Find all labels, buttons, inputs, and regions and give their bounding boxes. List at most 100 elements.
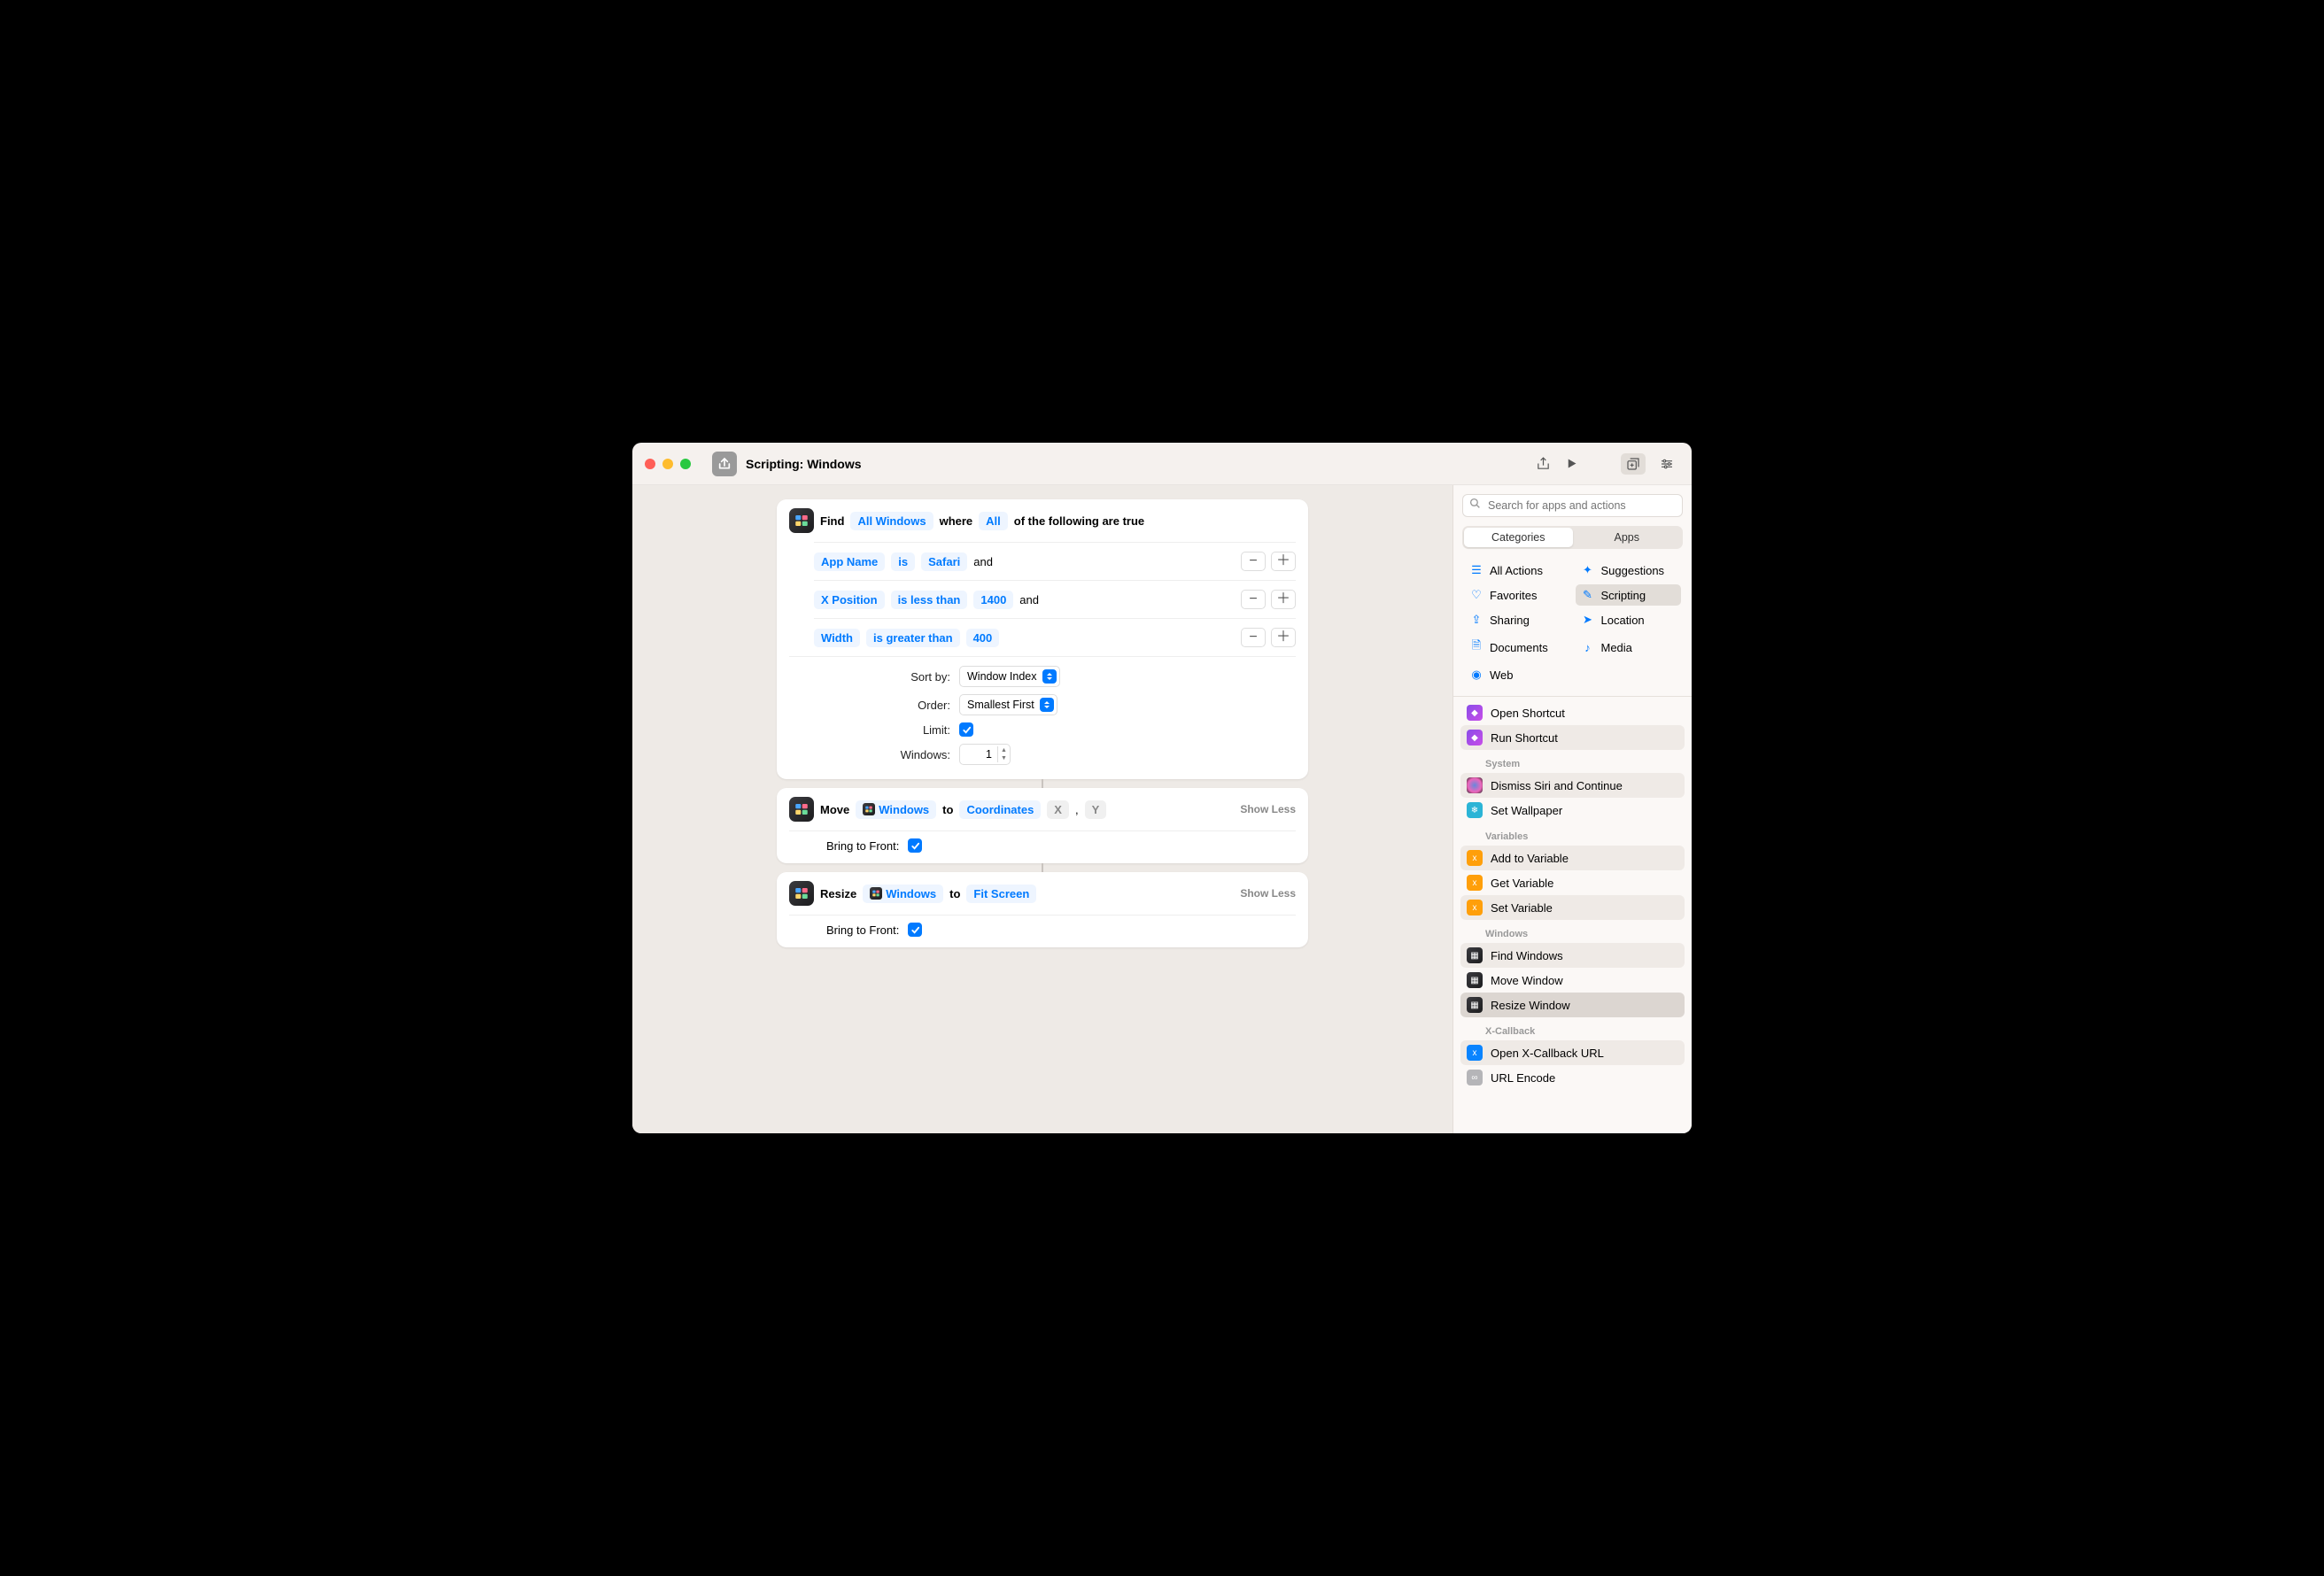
to-label: to bbox=[949, 887, 960, 900]
order-label: Order: bbox=[826, 699, 959, 712]
category-scripting[interactable]: ✎Scripting bbox=[1576, 584, 1682, 606]
section-header: Variables bbox=[1460, 823, 1685, 846]
category-web[interactable]: ◉Web bbox=[1464, 664, 1570, 685]
list-item[interactable]: ▦Resize Window bbox=[1460, 993, 1685, 1017]
shortcuts-icon: ◆ bbox=[1467, 730, 1483, 746]
library-segmented-control: Categories Apps bbox=[1462, 526, 1683, 549]
category-suggestions[interactable]: ✦Suggestions bbox=[1576, 560, 1682, 581]
filter-value-token[interactable]: Safari bbox=[921, 552, 967, 571]
list-item[interactable]: Dismiss Siri and Continue bbox=[1460, 773, 1685, 798]
search-input[interactable] bbox=[1462, 494, 1683, 517]
add-filter-button[interactable]: ＋ bbox=[1271, 590, 1296, 609]
move-window-action[interactable]: Move Windows to Coordinates X , Y Show L… bbox=[777, 788, 1308, 863]
list-item[interactable]: ▦Find Windows bbox=[1460, 943, 1685, 968]
coordinates-token[interactable]: Coordinates bbox=[959, 800, 1041, 819]
shortcut-icon bbox=[712, 452, 737, 476]
settings-button[interactable] bbox=[1654, 453, 1679, 475]
list-item[interactable]: ◆Run Shortcut bbox=[1460, 725, 1685, 750]
mission-control-icon bbox=[789, 881, 814, 906]
remove-filter-button[interactable]: − bbox=[1241, 552, 1266, 571]
y-token[interactable]: Y bbox=[1085, 800, 1107, 819]
list-item[interactable]: ∞URL Encode bbox=[1460, 1065, 1685, 1090]
windows-count-stepper[interactable]: ▲▼ bbox=[959, 744, 1011, 765]
resize-target-token[interactable]: Windows bbox=[863, 885, 943, 903]
section-header: System bbox=[1460, 750, 1685, 773]
resize-mode-token[interactable]: Fit Screen bbox=[966, 885, 1036, 903]
list-item[interactable]: xSet Variable bbox=[1460, 895, 1685, 920]
move-verb: Move bbox=[820, 803, 849, 816]
filter-field-token[interactable]: X Position bbox=[814, 591, 885, 609]
remove-filter-button[interactable]: − bbox=[1241, 590, 1266, 609]
window-title: Scripting: Windows bbox=[746, 457, 862, 471]
windows-count-input[interactable] bbox=[960, 748, 997, 761]
list-item[interactable]: xGet Variable bbox=[1460, 870, 1685, 895]
sort-by-select[interactable]: Window Index bbox=[959, 666, 1060, 687]
resize-window-action[interactable]: Resize Windows to Fit Screen Show Less B… bbox=[777, 872, 1308, 947]
share-icon: ⇪ bbox=[1469, 613, 1483, 627]
library-toggle-button[interactable] bbox=[1621, 453, 1646, 475]
variable-icon: x bbox=[1467, 850, 1483, 866]
document-icon: 🗎 bbox=[1469, 637, 1483, 657]
step-up[interactable]: ▲ bbox=[998, 746, 1010, 754]
category-documents[interactable]: 🗎Documents bbox=[1464, 634, 1570, 661]
category-sharing[interactable]: ⇪Sharing bbox=[1464, 609, 1570, 630]
workflow-canvas[interactable]: Find All Windows where All of the follow… bbox=[632, 485, 1452, 1133]
close-window-button[interactable] bbox=[645, 459, 655, 469]
wallpaper-icon: ❄ bbox=[1467, 802, 1483, 818]
move-target-token[interactable]: Windows bbox=[856, 800, 936, 819]
list-item[interactable]: ▦Move Window bbox=[1460, 968, 1685, 993]
show-less-button[interactable]: Show Less bbox=[1240, 887, 1296, 900]
x-token[interactable]: X bbox=[1047, 800, 1069, 819]
list-icon: ☰ bbox=[1469, 563, 1483, 577]
location-icon: ➤ bbox=[1581, 613, 1595, 627]
find-scope-token[interactable]: All Windows bbox=[850, 512, 933, 530]
filter-field-token[interactable]: App Name bbox=[814, 552, 885, 571]
filter-op-token[interactable]: is bbox=[891, 552, 915, 571]
match-mode-token[interactable]: All bbox=[979, 512, 1008, 530]
share-button[interactable] bbox=[1529, 450, 1557, 478]
step-down[interactable]: ▼ bbox=[998, 754, 1010, 762]
globe-icon: ◉ bbox=[1469, 668, 1483, 682]
list-item[interactable]: ◆Open Shortcut bbox=[1460, 700, 1685, 725]
filter-field-token[interactable]: Width bbox=[814, 629, 860, 647]
run-button[interactable] bbox=[1557, 450, 1585, 478]
category-favorites[interactable]: ♡Favorites bbox=[1464, 584, 1570, 606]
bring-front-checkbox[interactable] bbox=[908, 923, 922, 937]
show-less-button[interactable]: Show Less bbox=[1240, 803, 1296, 815]
find-verb: Find bbox=[820, 514, 844, 528]
heart-icon: ♡ bbox=[1469, 588, 1483, 602]
bring-front-checkbox[interactable] bbox=[908, 838, 922, 853]
category-all-actions[interactable]: ☰All Actions bbox=[1464, 560, 1570, 581]
list-item[interactable]: xOpen X-Callback URL bbox=[1460, 1040, 1685, 1065]
category-media[interactable]: ♪Media bbox=[1576, 634, 1682, 661]
zoom-window-button[interactable] bbox=[680, 459, 691, 469]
filter-op-token[interactable]: is less than bbox=[891, 591, 968, 609]
siri-icon bbox=[1467, 777, 1483, 793]
music-icon: ♪ bbox=[1581, 641, 1595, 654]
filter-value-token[interactable]: 400 bbox=[966, 629, 1000, 647]
remove-filter-button[interactable]: − bbox=[1241, 628, 1266, 647]
list-item[interactable]: xAdd to Variable bbox=[1460, 846, 1685, 870]
app-window: Scripting: Windows Find All Win bbox=[632, 443, 1692, 1133]
add-filter-button[interactable]: ＋ bbox=[1271, 552, 1296, 571]
apps-tab[interactable]: Apps bbox=[1573, 528, 1682, 547]
section-header: Windows bbox=[1460, 920, 1685, 943]
shortcuts-icon: ◆ bbox=[1467, 705, 1483, 721]
order-select[interactable]: Smallest First bbox=[959, 694, 1057, 715]
filter-tail: and bbox=[1019, 593, 1039, 606]
windows-icon: ▦ bbox=[1467, 997, 1483, 1013]
xcallback-icon: x bbox=[1467, 1045, 1483, 1061]
limit-checkbox[interactable] bbox=[959, 722, 973, 737]
mission-control-icon bbox=[789, 797, 814, 822]
filter-value-token[interactable]: 1400 bbox=[973, 591, 1013, 609]
action-library-sidebar: Categories Apps ☰All Actions ✦Suggestion… bbox=[1452, 485, 1692, 1133]
variable-icon: x bbox=[1467, 875, 1483, 891]
list-item[interactable]: ❄Set Wallpaper bbox=[1460, 798, 1685, 823]
find-windows-action[interactable]: Find All Windows where All of the follow… bbox=[777, 499, 1308, 779]
filter-op-token[interactable]: is greater than bbox=[866, 629, 960, 647]
minimize-window-button[interactable] bbox=[662, 459, 673, 469]
add-filter-button[interactable]: ＋ bbox=[1271, 628, 1296, 647]
category-location[interactable]: ➤Location bbox=[1576, 609, 1682, 630]
bring-front-label: Bring to Front: bbox=[826, 923, 899, 937]
categories-tab[interactable]: Categories bbox=[1464, 528, 1573, 547]
